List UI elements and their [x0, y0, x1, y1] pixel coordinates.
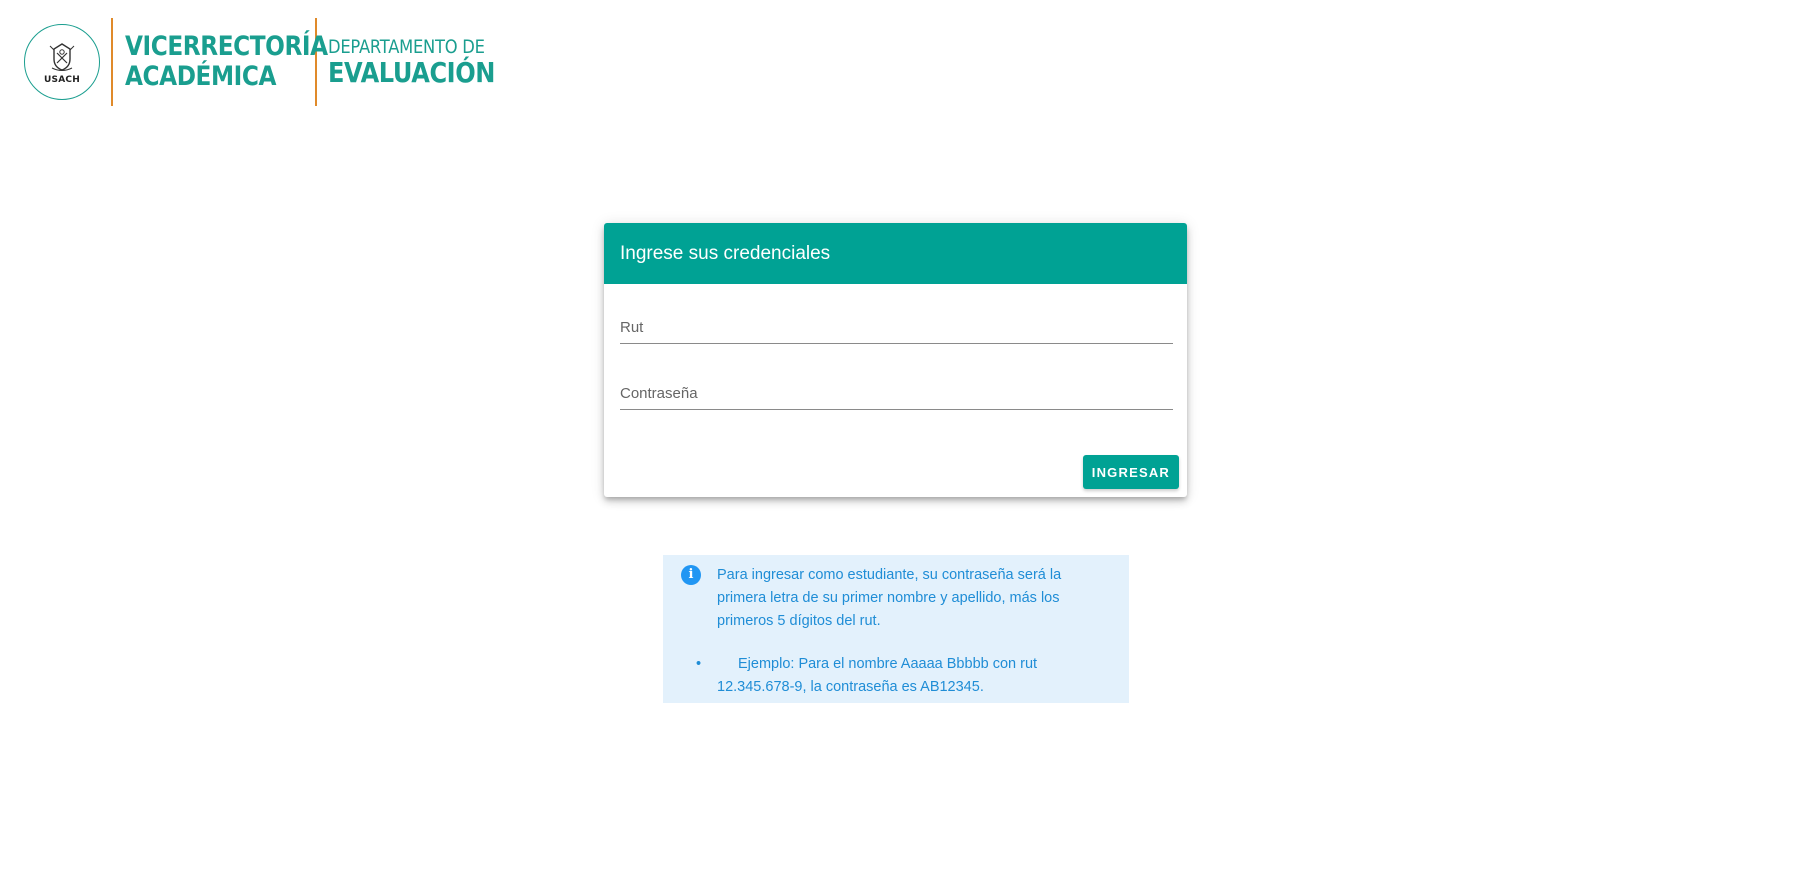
ingresar-button[interactable]: INGRESAR — [1082, 455, 1179, 489]
crest-icon — [49, 42, 75, 71]
vicerrectoria-title: VICERRECTORÍA ACADÉMICA — [125, 31, 328, 92]
rut-field[interactable] — [620, 312, 1173, 344]
password-field[interactable] — [620, 378, 1173, 410]
info-example-list: Ejemplo: Para el nombre Aaaaa Bbbbb con … — [696, 653, 1113, 699]
brand-line-1: VICERRECTORÍA — [125, 31, 328, 62]
login-page: USACH VICERRECTORÍA ACADÉMICA DEPARTAMEN… — [0, 0, 1794, 888]
seal-label: USACH — [44, 74, 80, 85]
dept-line-2: EVALUACIÓN — [328, 56, 495, 89]
info-icon: i — [681, 565, 701, 585]
dept-line-1: DEPARTAMENTO DE — [328, 36, 485, 58]
brand-line-2: ACADÉMICA — [125, 61, 277, 92]
login-card-title: Ingrese sus credenciales — [604, 223, 1187, 284]
rut-input[interactable] — [620, 312, 1173, 343]
site-logo[interactable]: USACH VICERRECTORÍA ACADÉMICA DEPARTAMEN… — [24, 18, 522, 106]
logo-divider — [111, 18, 113, 106]
password-input[interactable] — [620, 378, 1173, 409]
usach-seal-logo: USACH — [24, 24, 100, 100]
info-message: Para ingresar como estudiante, su contra… — [717, 567, 1062, 629]
info-example-item: Ejemplo: Para el nombre Aaaaa Bbbbb con … — [696, 653, 1113, 699]
department-title: DEPARTAMENTO DE EVALUACIÓN — [328, 36, 495, 88]
info-alert: i Para ingresar como estudiante, su cont… — [663, 555, 1129, 703]
login-card: Ingrese sus credenciales INGRESAR — [604, 223, 1187, 497]
